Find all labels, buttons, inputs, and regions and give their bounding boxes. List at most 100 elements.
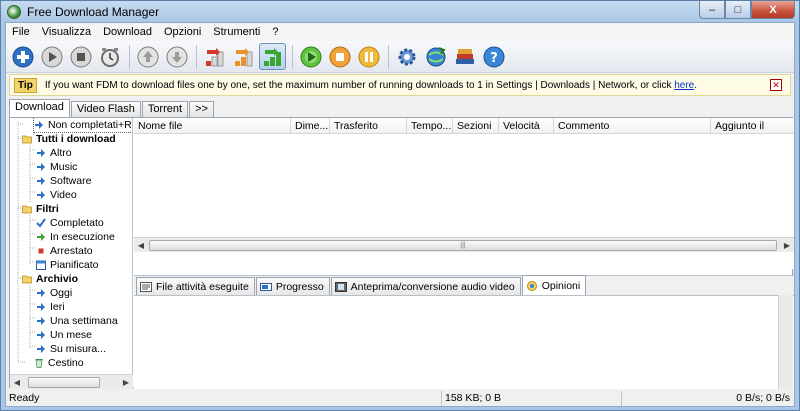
tab-file-attivita-label: File attività eseguite — [156, 280, 249, 293]
toolbar-separator — [129, 44, 130, 69]
speed-high-button[interactable] — [259, 43, 286, 70]
col-nome-file[interactable]: Nome file — [134, 118, 291, 134]
tab-download[interactable]: Download — [9, 99, 70, 117]
status-ready: Ready — [6, 391, 442, 406]
tree-item-label: Su misura... — [50, 343, 107, 355]
status-size: 158 KB; 0 B — [442, 391, 622, 406]
menu-download[interactable]: Download — [97, 23, 158, 41]
blue-arrow-icon — [36, 330, 46, 340]
list-scroll-thumb[interactable]: ||| — [149, 239, 777, 251]
tree-horizontal-scrollbar[interactable]: ◀ ▶ — [10, 374, 133, 389]
move-up-button[interactable] — [134, 43, 161, 70]
stop-all-button[interactable] — [326, 43, 353, 70]
tab-anteprima[interactable]: Anteprima/conversione audio video — [330, 277, 521, 295]
blue-arrow-icon — [36, 176, 46, 186]
start-all-button[interactable] — [297, 43, 324, 70]
speed-medium-button[interactable] — [230, 43, 257, 70]
folder-icon — [22, 274, 32, 284]
col-tempo[interactable]: Tempo... — [407, 118, 453, 134]
detail-vertical-scrollbar[interactable] — [778, 295, 793, 389]
move-down-button[interactable] — [163, 43, 190, 70]
menu-help[interactable]: ? — [266, 23, 284, 41]
close-button[interactable]: X — [751, 1, 795, 19]
pause-all-icon — [358, 46, 379, 67]
col-velocita[interactable]: Velocità — [499, 118, 554, 134]
settings-button[interactable] — [393, 43, 420, 70]
col-sezioni[interactable]: Sezioni — [453, 118, 499, 134]
tree-item-label: Un mese — [50, 329, 93, 341]
menu-visualizza[interactable]: Visualizza — [36, 23, 97, 41]
site-explorer-button[interactable] — [422, 43, 449, 70]
client-area: File Visualizza Download Opzioni Strumen… — [5, 22, 795, 407]
folder-icon — [22, 134, 32, 144]
tip-bar: Tip If you want FDM to download files on… — [9, 74, 791, 96]
download-list[interactable]: Nome file Dime... Trasferito Tempo... Se… — [134, 118, 794, 269]
maximize-button[interactable]: □ — [725, 1, 751, 19]
tree-item[interactable]: Tutti i download — [22, 132, 116, 146]
tree-item[interactable]: Completato — [36, 216, 104, 230]
tree-item-label: Altro — [50, 147, 72, 159]
add-download-button[interactable] — [9, 43, 36, 70]
status-bar: Ready 158 KB; 0 B 0 B/s; 0 B/s — [6, 391, 794, 406]
menu-file[interactable]: File — [6, 23, 36, 41]
menu-strumenti[interactable]: Strumenti — [207, 23, 266, 41]
col-aggiunto-il[interactable]: Aggiunto il — [711, 118, 794, 134]
books-button[interactable] — [451, 43, 478, 70]
tree-item[interactable]: In esecuzione — [36, 230, 115, 244]
tab-torrent[interactable]: Torrent — [141, 101, 189, 117]
stop-button[interactable] — [67, 43, 94, 70]
scroll-left-icon[interactable]: ◀ — [10, 376, 24, 389]
calendar-icon — [36, 260, 46, 270]
scroll-left-icon[interactable]: ◀ — [134, 239, 148, 252]
tree-item[interactable]: Ieri — [36, 300, 65, 314]
download-speed-high-icon — [263, 47, 281, 66]
help-button[interactable]: ? — [480, 43, 507, 70]
tree-item-label: Ieri — [50, 301, 65, 313]
tree-item[interactable]: Oggi — [36, 286, 72, 300]
tab-file-attivita[interactable]: File attività eseguite — [136, 277, 255, 295]
minimize-button[interactable]: – — [699, 1, 725, 19]
tree-item[interactable]: Filtri — [22, 202, 59, 216]
toolbar-separator — [388, 44, 389, 69]
tree-item-label: Archivio — [36, 273, 79, 285]
tree-item[interactable]: Software — [36, 174, 91, 188]
speed-low-button[interactable] — [201, 43, 228, 70]
category-tree[interactable]: Non completati+Recenti Tutti i download Al… — [10, 118, 133, 389]
tree-item[interactable]: Archivio — [22, 272, 78, 286]
tree-item[interactable]: Music — [36, 160, 77, 174]
col-commento[interactable]: Commento — [554, 118, 711, 134]
title-bar[interactable]: Free Download Manager – □ X — [1, 1, 799, 22]
help-icon: ? — [483, 46, 504, 67]
tab-more[interactable]: >> — [189, 101, 214, 117]
tip-here-link[interactable]: here — [674, 80, 694, 91]
scheduler-icon — [100, 47, 119, 67]
tab-video-flash[interactable]: Video Flash — [70, 101, 141, 117]
tree-item[interactable]: Arrestato — [36, 244, 93, 258]
scheduler-button[interactable] — [96, 43, 123, 70]
tip-close-button[interactable]: ✕ — [770, 79, 782, 91]
col-trasferito[interactable]: Trasferito — [330, 118, 407, 134]
tree-item[interactable]: Pianificato — [36, 258, 98, 272]
menu-opzioni[interactable]: Opzioni — [158, 23, 207, 41]
move-up-icon — [137, 46, 158, 67]
tree-item[interactable]: Video — [36, 188, 77, 202]
site-explorer-icon — [426, 46, 446, 66]
tree-item[interactable]: Cestino — [34, 356, 84, 370]
start-icon — [41, 46, 62, 67]
log-icon — [140, 281, 152, 292]
tab-progresso[interactable]: Progresso — [255, 277, 330, 295]
list-horizontal-scrollbar[interactable]: ◀ ||| ▶ — [134, 237, 794, 252]
scroll-right-icon[interactable]: ▶ — [780, 239, 794, 252]
pause-all-button[interactable] — [355, 43, 382, 70]
scroll-right-icon[interactable]: ▶ — [119, 376, 133, 389]
tab-opinioni[interactable]: Opinioni — [521, 275, 587, 295]
start-button[interactable] — [38, 43, 65, 70]
tree-item[interactable]: Su misura... — [36, 342, 106, 356]
tree-item[interactable]: Non completati+Recenti — [33, 118, 132, 133]
tip-end: . — [694, 79, 698, 91]
col-dimensione[interactable]: Dime... — [291, 118, 330, 134]
tree-item[interactable]: Un mese — [36, 328, 92, 342]
tree-scroll-thumb[interactable] — [28, 376, 100, 388]
tree-item[interactable]: Altro — [36, 146, 72, 160]
tree-item[interactable]: Una settimana — [36, 314, 118, 328]
